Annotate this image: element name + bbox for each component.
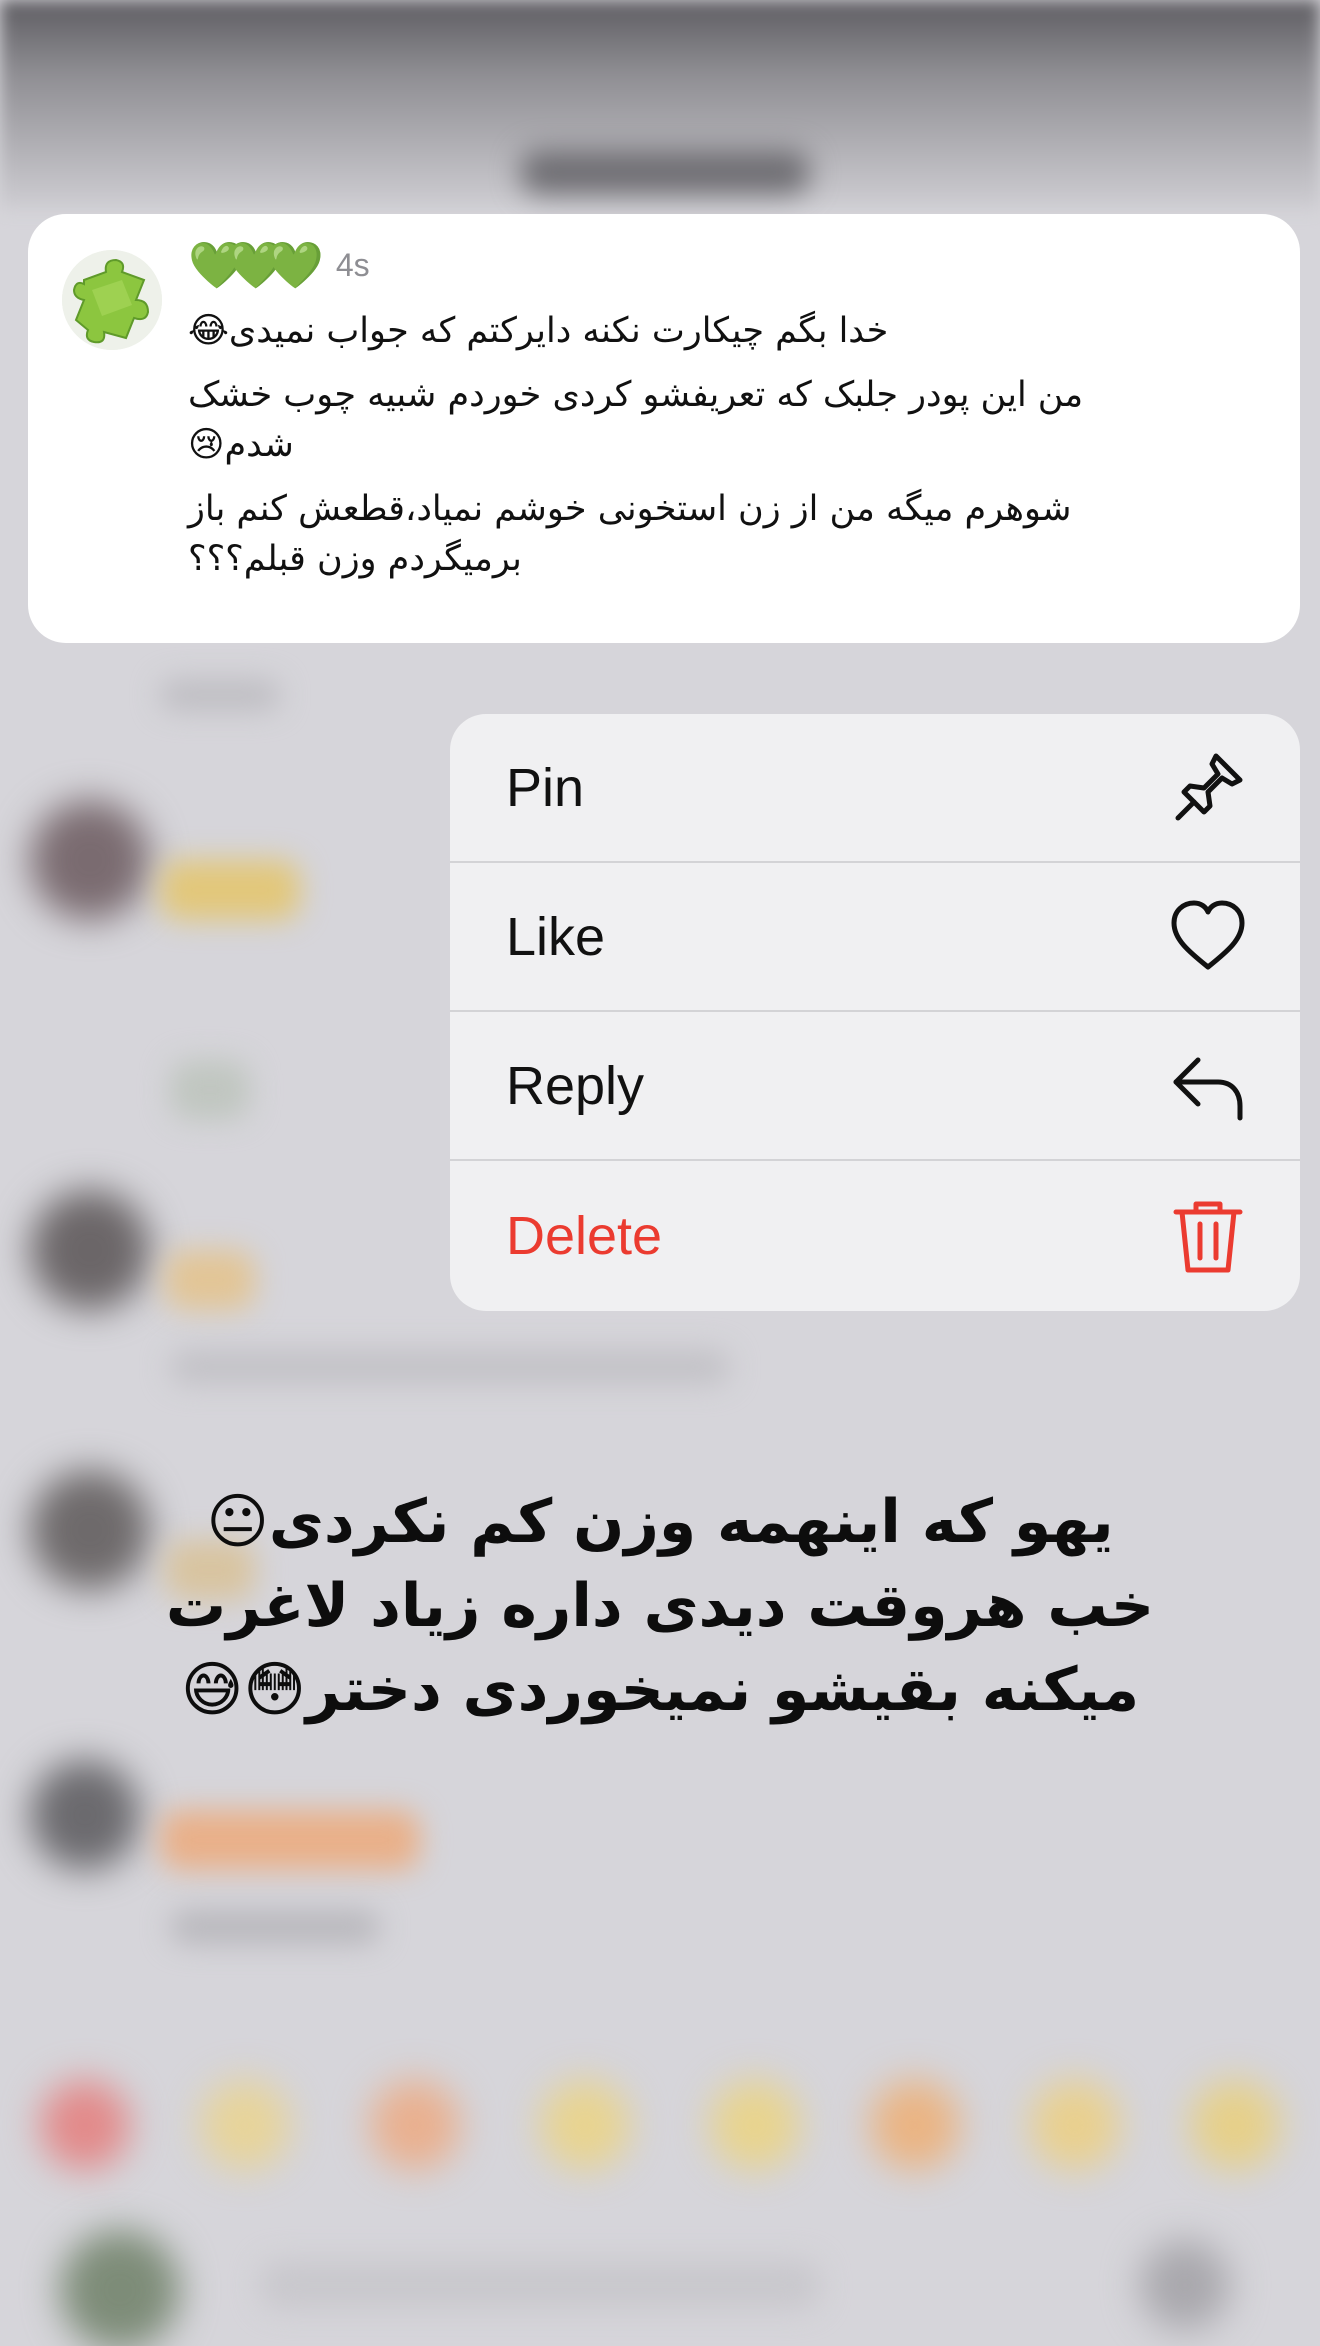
blurred-text — [170, 1910, 380, 1944]
menu-item-like[interactable]: Like — [450, 863, 1300, 1012]
menu-item-label: Pin — [506, 757, 585, 818]
blurred-avatar — [30, 1190, 150, 1310]
username-emoji: 💚💚💚 — [188, 239, 324, 291]
message-line: من این پودر جلبک که تعریفشو کردی خوردم ش… — [188, 375, 1084, 465]
pin-icon — [1168, 748, 1248, 828]
blurred-title — [520, 150, 810, 194]
caption-line: خب هروقت دیدی داره زیاد لاغرت — [165, 1571, 1155, 1641]
blurred-comment-input — [260, 2260, 820, 2310]
menu-item-reply[interactable]: Reply — [450, 1012, 1300, 1161]
puzzle-avatar-icon — [62, 250, 162, 350]
blurred-reaction — [540, 2080, 630, 2170]
message-line: شوهرم میگه من از زن استخونی خوشم نمیاد،ق… — [188, 489, 1072, 579]
message-body: خدا بگم چیکارت نکنه دایرکتم که جواب نمید… — [188, 306, 1118, 598]
message-header: 💚💚💚 4s — [188, 240, 370, 290]
blurred-text — [160, 860, 300, 920]
blurred-avatar — [30, 800, 150, 920]
timestamp: 4s — [335, 246, 370, 283]
blurred-text — [170, 1350, 730, 1384]
blurred-text — [160, 1810, 420, 1870]
blurred-reaction — [370, 2080, 460, 2170]
message-line: خدا بگم چیکارت نکنه دایرکتم که جواب نمید… — [188, 311, 889, 351]
blurred-reaction — [1030, 2080, 1120, 2170]
blurred-icon — [1140, 2240, 1230, 2330]
menu-item-pin[interactable]: Pin — [450, 714, 1300, 863]
blurred-reaction — [870, 2080, 960, 2170]
caption-line: یهو که اینهمه وزن کم نکردی😐 — [206, 1487, 1114, 1557]
context-menu: Pin Like Reply Delete — [450, 714, 1300, 1311]
caption-line: میکنه بقیشو نمیخوردی دختر😳😅 — [180, 1655, 1140, 1725]
menu-item-label: Reply — [506, 1055, 645, 1116]
blurred-reaction — [40, 2080, 130, 2170]
avatar[interactable] — [62, 250, 162, 350]
blurred-avatar — [30, 1760, 140, 1870]
menu-item-delete[interactable]: Delete — [450, 1161, 1300, 1310]
menu-item-label: Like — [506, 906, 606, 967]
blurred-reaction — [200, 2080, 290, 2170]
blurred-text — [170, 1060, 250, 1120]
message-card: 💚💚💚 4s خدا بگم چیکارت نکنه دایرکتم که جو… — [28, 214, 1300, 643]
blurred-text — [165, 1250, 255, 1310]
blurred-reaction — [710, 2080, 800, 2170]
menu-item-label: Delete — [506, 1205, 663, 1266]
blurred-reaction — [1190, 2080, 1280, 2170]
blurred-text — [160, 680, 280, 710]
trash-icon — [1168, 1196, 1248, 1276]
heart-icon — [1168, 897, 1248, 977]
blurred-avatar — [60, 2230, 180, 2346]
overlay-caption: یهو که اینهمه وزن کم نکردی😐 خب هروقت دید… — [110, 1480, 1210, 1732]
reply-icon — [1168, 1046, 1248, 1126]
